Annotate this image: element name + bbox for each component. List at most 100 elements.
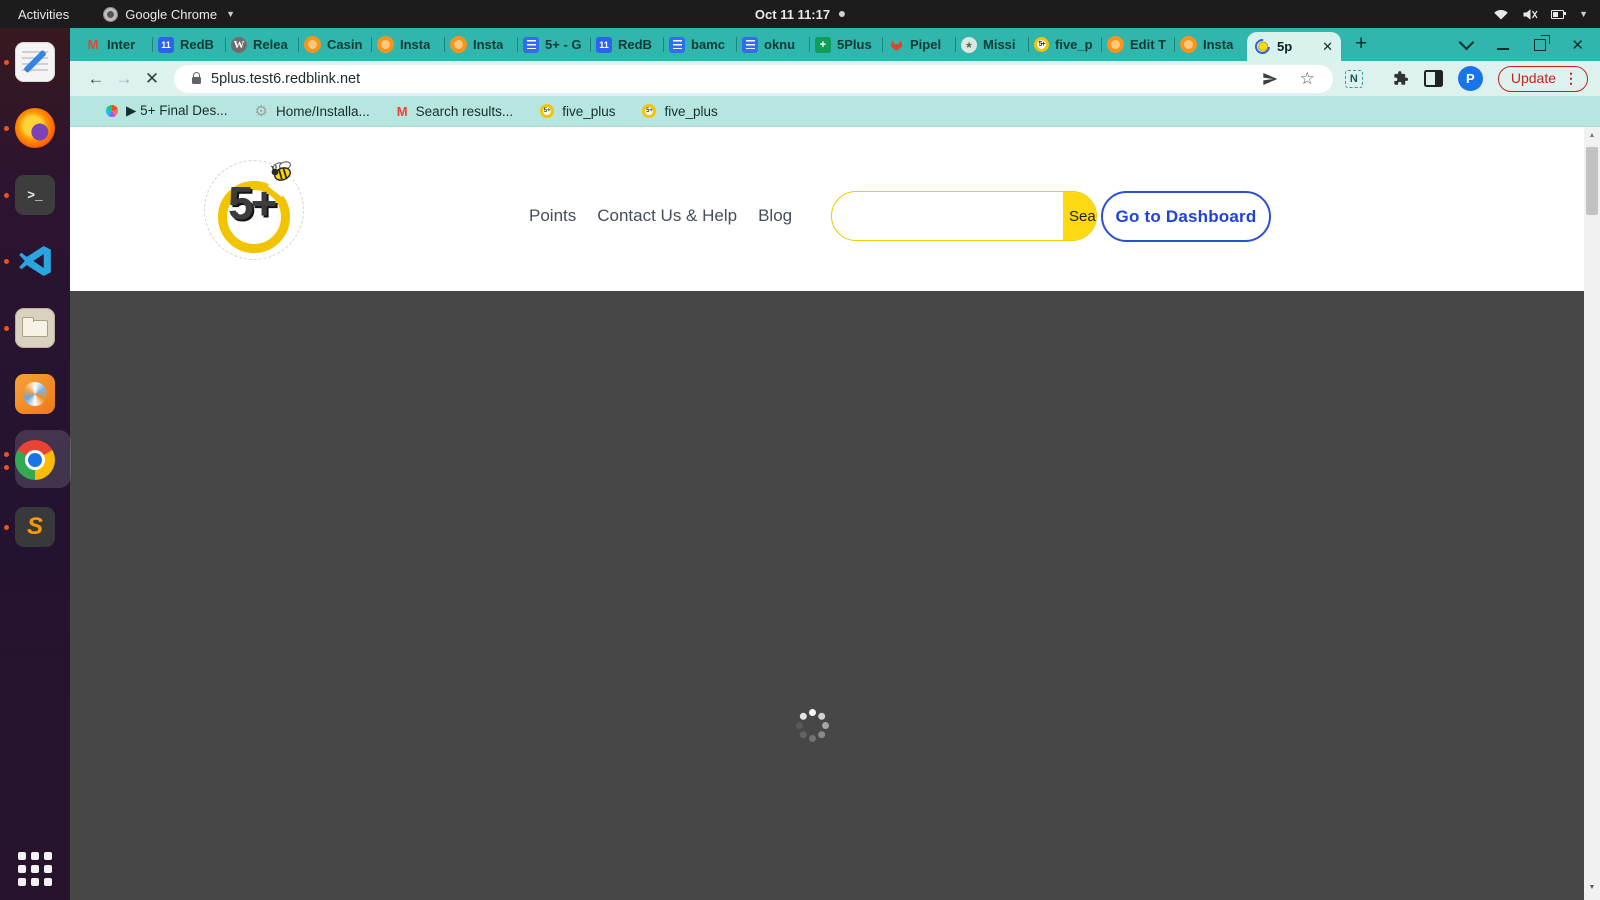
restore-button[interactable] [1534, 34, 1551, 51]
chatgpt-favicon [961, 36, 977, 53]
forward-button[interactable]: → [110, 69, 138, 89]
scrollbar-down-arrow[interactable]: ▼ [1584, 884, 1600, 891]
wordpress-favicon [231, 36, 247, 53]
app-menu[interactable]: Google Chrome ▼ [103, 6, 235, 22]
browser-tab[interactable]: RedB [591, 28, 663, 61]
browser-tab[interactable]: oknu [737, 28, 809, 61]
back-button[interactable]: ← [82, 69, 110, 89]
scrollbar-up-arrow[interactable]: ▲ [1584, 132, 1600, 139]
page-scrollbar[interactable]: ▲ ▼ [1584, 127, 1600, 900]
browser-tab-active[interactable]: 5p ✕ [1247, 32, 1341, 61]
nav-item-contact[interactable]: Contact Us & Help [597, 206, 737, 226]
search-bar: Search [831, 191, 1097, 241]
terminal-icon: >_ [15, 175, 55, 215]
bookmark-item[interactable]: ▶ 5+ Final Des... [106, 103, 228, 119]
address-bar-actions: ☆ [1262, 69, 1319, 89]
address-bar[interactable]: 5plus.test6.redblink.net ☆ [174, 64, 1333, 93]
gmail-favicon [85, 37, 101, 53]
site-logo[interactable]: 5+ [204, 160, 304, 260]
nav-item-points[interactable]: Points [529, 206, 576, 226]
running-indicator [4, 452, 9, 457]
window-controls: ✕ [1459, 34, 1600, 54]
system-status-menu[interactable]: ▼ [1493, 8, 1600, 21]
dock-item-files[interactable] [4, 306, 57, 350]
search-input[interactable] [832, 192, 1063, 240]
browser-tab[interactable]: 5Plus [810, 28, 882, 61]
bookmark-item[interactable]: M Search results... [397, 104, 513, 119]
browser-tab[interactable]: five_p [1029, 28, 1101, 61]
lock-icon[interactable] [192, 71, 201, 84]
dock-item-terminal[interactable]: >_ [4, 173, 57, 217]
extensions-puzzle-icon[interactable] [1392, 70, 1409, 87]
url-text: 5plus.test6.redblink.net [211, 70, 361, 87]
show-applications-button[interactable] [18, 852, 52, 886]
dock-item-firefox[interactable] [4, 106, 57, 150]
scrollbar-thumb[interactable] [1586, 147, 1598, 215]
profile-avatar[interactable]: P [1457, 66, 1483, 91]
orange-site-favicon [450, 36, 467, 53]
side-panel-icon[interactable] [1423, 70, 1443, 87]
dock-item-text-editor[interactable] [4, 40, 57, 84]
browser-toolbar: ← → ✕ 5plus.test6.redblink.net ☆ N P Upd… [70, 61, 1600, 96]
calendar-favicon [158, 36, 174, 53]
dock-item-vscode[interactable] [4, 239, 57, 283]
five-plus-icon: 5+ [540, 104, 555, 118]
calendar-favicon [596, 36, 612, 53]
browser-tab[interactable]: Missi [956, 28, 1028, 61]
orange-site-favicon [377, 36, 394, 53]
browser-tab[interactable]: Inter [80, 28, 152, 61]
send-icon[interactable] [1262, 71, 1278, 87]
volume-muted-icon [1523, 8, 1538, 20]
browser-tab[interactable]: Insta [372, 28, 444, 61]
minimize-button[interactable] [1497, 47, 1510, 50]
orange-site-favicon [1107, 36, 1124, 53]
bookmark-star-icon[interactable]: ☆ [1300, 69, 1315, 89]
main-nav: Points Contact Us & Help Blog [529, 206, 792, 226]
browser-tab[interactable]: Relea [226, 28, 298, 61]
running-indicator [4, 125, 9, 131]
running-indicator [4, 192, 9, 198]
bookmark-item[interactable]: 5+ five_plus [540, 104, 615, 119]
gdoc-favicon [742, 36, 758, 53]
search-button[interactable]: Search [1063, 192, 1096, 240]
new-tab-button[interactable]: + [1355, 32, 1367, 56]
tab-close-icon[interactable]: ✕ [1322, 39, 1333, 55]
browser-tab[interactable]: Insta [445, 28, 517, 61]
figma-icon [106, 105, 118, 117]
bookmarks-bar: ▶ 5+ Final Des... ⚙ Home/Installa... M S… [70, 96, 1600, 127]
dock-item-photo-tool[interactable] [13, 372, 57, 416]
browser-tab[interactable]: Edit T [1102, 28, 1174, 61]
clock-menu[interactable]: Oct 11 11:17 [755, 0, 846, 28]
update-chrome-button[interactable]: Update ⋮ [1497, 65, 1588, 92]
toolbar-right: N P Update ⋮ [1344, 65, 1588, 92]
caret-down-icon: ▼ [1579, 9, 1588, 19]
bookmark-label: five_plus [664, 103, 718, 119]
browser-tab[interactable]: 5+ - G [518, 28, 590, 61]
close-window-button[interactable]: ✕ [1571, 36, 1584, 54]
browser-tab[interactable]: Insta [1175, 28, 1247, 61]
orange-site-favicon [1180, 36, 1197, 53]
kebab-menu-icon[interactable]: ⋮ [1564, 70, 1578, 87]
tab-search-chevron-icon[interactable] [1459, 34, 1475, 51]
five-plus-icon: 5+ [642, 104, 657, 118]
dock-item-chrome[interactable] [4, 430, 71, 488]
caret-down-icon: ▼ [226, 9, 235, 19]
browser-tab[interactable]: bamc [664, 28, 736, 61]
running-indicator [4, 325, 9, 331]
bookmark-item[interactable]: 5+ five_plus [642, 103, 718, 119]
browser-tab[interactable]: Pipel [883, 28, 955, 61]
browser-tab[interactable]: RedB [153, 28, 225, 61]
notion-extension-icon[interactable]: N [1344, 69, 1363, 88]
dock-item-sublime[interactable]: S [4, 505, 57, 549]
bookmark-label: Home/Installa... [276, 103, 370, 119]
five-plus-favicon [1034, 37, 1049, 52]
browser-tab[interactable]: Casin [299, 28, 371, 61]
bookmark-item[interactable]: ⚙ Home/Installa... [255, 102, 370, 120]
activities-button[interactable]: Activities [12, 7, 75, 22]
sublime-text-icon: S [15, 507, 55, 547]
stop-loading-button[interactable]: ✕ [138, 69, 166, 89]
running-indicator [4, 524, 9, 530]
go-to-dashboard-button[interactable]: Go to Dashboard [1101, 191, 1271, 242]
gnome-top-bar: Activities Google Chrome ▼ Oct 11 11:17 … [0, 0, 1600, 28]
nav-item-blog[interactable]: Blog [758, 206, 792, 226]
